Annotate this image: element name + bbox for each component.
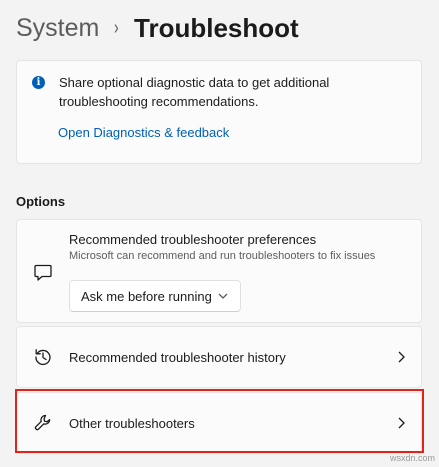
chevron-right-icon — [398, 417, 405, 429]
diagnostics-info-card: i Share optional diagnostic data to get … — [16, 60, 422, 164]
watermark: wsxdn.com — [389, 453, 435, 463]
history-icon — [35, 349, 51, 366]
breadcrumb-system[interactable]: System — [16, 14, 99, 43]
options-heading: Options — [16, 194, 66, 209]
chevron-right-icon — [398, 351, 405, 363]
preferences-description: Microsoft can recommend and run troubles… — [69, 250, 376, 262]
open-diagnostics-link[interactable]: Open Diagnostics & feedback — [58, 125, 229, 140]
page-title: Troubleshoot — [134, 12, 299, 43]
info-icon: i — [32, 76, 45, 89]
troubleshooter-preference-dropdown[interactable]: Ask me before running — [69, 280, 241, 312]
wrench-icon — [34, 414, 51, 431]
dropdown-value: Ask me before running — [81, 288, 212, 304]
breadcrumb-separator-icon: › — [114, 16, 120, 39]
other-troubleshooters-label: Other troubleshooters — [69, 416, 195, 431]
history-label: Recommended troubleshooter history — [69, 350, 286, 365]
info-text: Share optional diagnostic data to get ad… — [59, 75, 330, 109]
troubleshooter-preferences-card: Recommended troubleshooter preferences M… — [16, 219, 422, 323]
troubleshooter-history-row[interactable]: Recommended troubleshooter history — [16, 326, 422, 388]
preferences-title: Recommended troubleshooter preferences — [69, 232, 317, 247]
chat-bubble-icon — [34, 264, 52, 281]
other-troubleshooters-row[interactable]: Other troubleshooters — [16, 392, 422, 454]
chevron-down-icon — [218, 293, 228, 299]
breadcrumb: System › Troubleshoot — [16, 8, 299, 48]
